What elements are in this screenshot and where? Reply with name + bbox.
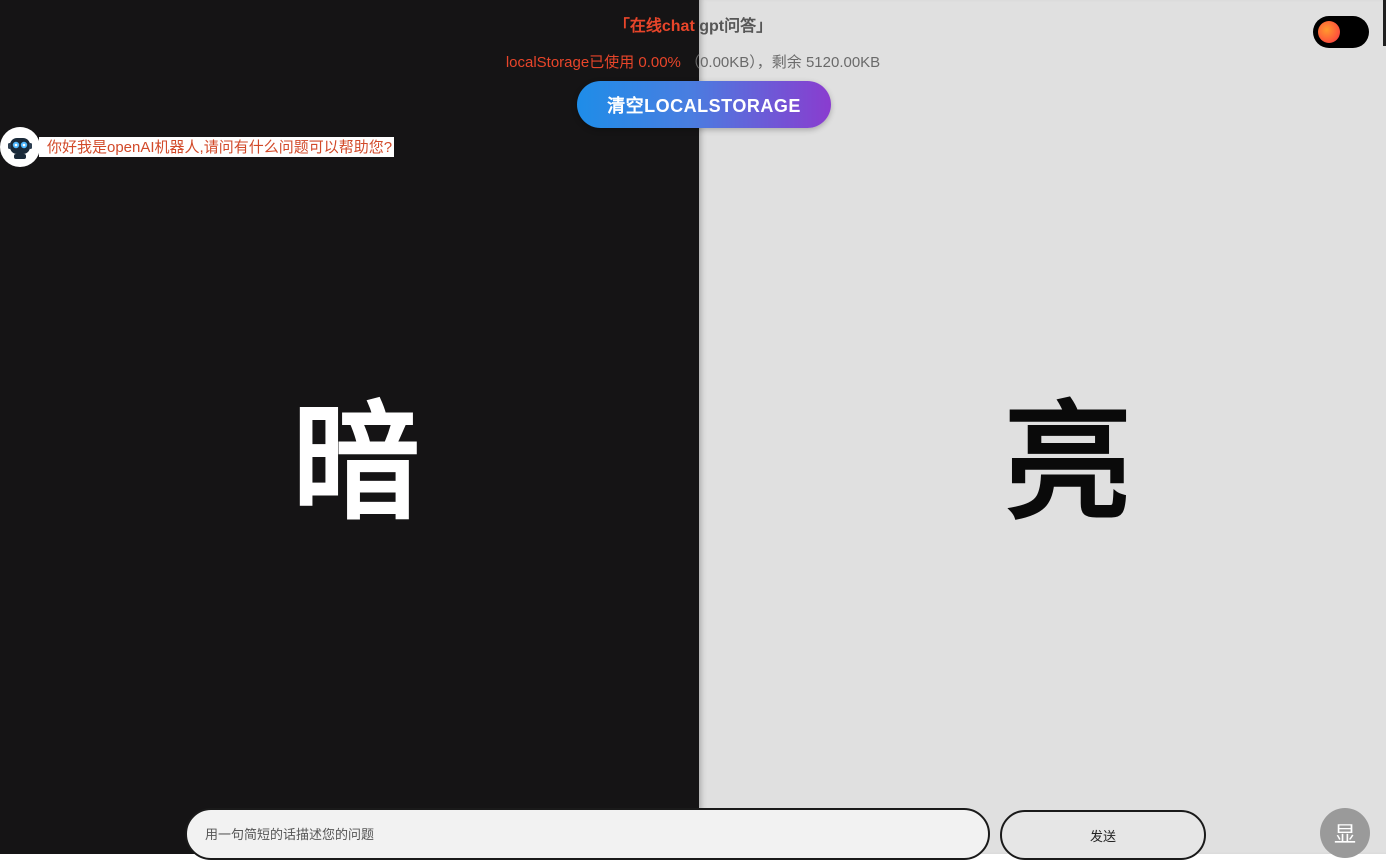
storage-usage: localStorage已使用 0.00% （0.00KB），剩余 5120.0… <box>0 51 1386 72</box>
dark-mode-label[interactable]: 暗 <box>292 400 420 528</box>
send-button[interactable]: 发送 <box>1000 810 1206 860</box>
storage-usage-detail: （0.00KB），剩余 5120.00KB <box>685 54 881 71</box>
question-input[interactable] <box>185 808 990 860</box>
title-part-highlight: 「在线chat <box>613 18 695 35</box>
clear-localstorage-button[interactable]: 清空LOCALSTORAGE <box>577 81 831 128</box>
theme-toggle-knob <box>1318 21 1340 43</box>
show-toggle-button[interactable]: 显 <box>1320 808 1370 858</box>
bot-message: 你好我是openAI机器人,请问有什么问题可以帮助您? <box>39 137 395 157</box>
page-title: 「在线chat gpt问答」 <box>0 12 1386 36</box>
robot-icon <box>6 133 34 161</box>
title-part-rest: gpt问答」 <box>699 18 773 35</box>
bot-avatar <box>0 127 40 167</box>
light-mode-label[interactable]: 亮 <box>1004 400 1132 528</box>
storage-usage-percent: localStorage已使用 0.00% <box>505 54 681 71</box>
theme-toggle[interactable] <box>1313 16 1369 48</box>
